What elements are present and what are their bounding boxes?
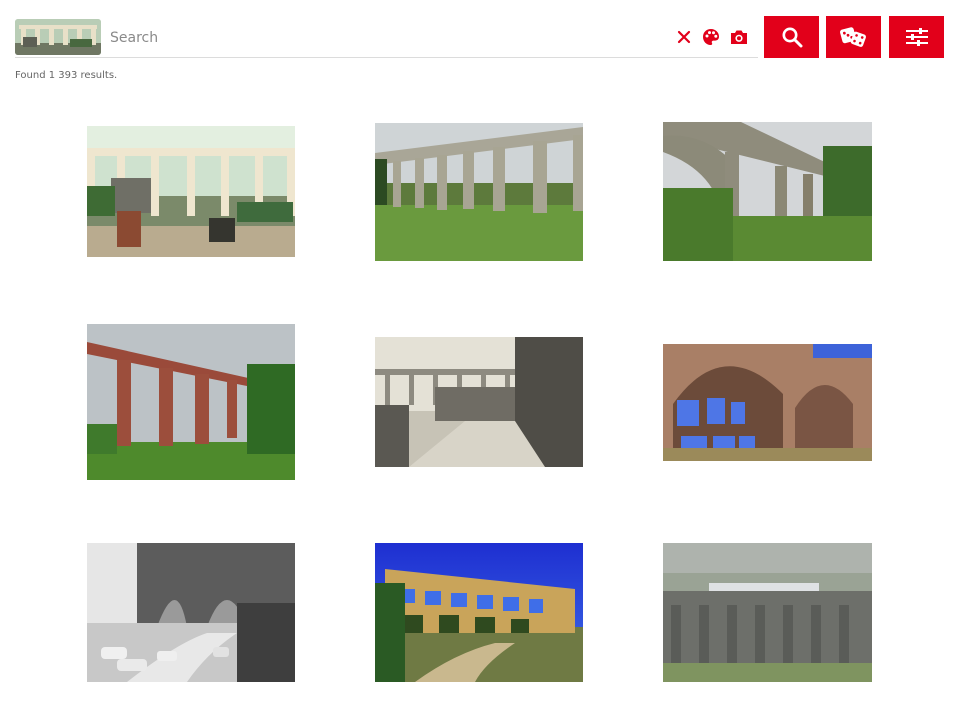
dice-icon	[839, 27, 866, 47]
result-image-1[interactable]	[87, 126, 295, 257]
search-input[interactable]	[108, 24, 662, 52]
query-image-thumbnail[interactable]	[15, 19, 101, 55]
result-image-5[interactable]	[375, 337, 583, 467]
result-image-4[interactable]	[87, 324, 295, 480]
search-icon	[782, 27, 802, 48]
camera-icon[interactable]	[728, 26, 750, 48]
result-image-2[interactable]	[375, 123, 583, 261]
palette-icon[interactable]	[700, 26, 722, 48]
search-button[interactable]	[764, 16, 819, 58]
result-image-9[interactable]	[663, 543, 872, 682]
sliders-icon	[905, 28, 928, 46]
search-bar	[0, 0, 960, 70]
filter-button[interactable]	[889, 16, 944, 58]
result-image-3[interactable]	[663, 122, 872, 261]
result-image-7[interactable]	[87, 543, 295, 682]
random-button[interactable]	[826, 16, 881, 58]
result-image-6[interactable]	[663, 344, 872, 461]
results-count: Found 1 393 results.	[15, 70, 118, 81]
search-underline	[15, 57, 758, 58]
close-icon[interactable]	[673, 26, 695, 48]
result-image-8[interactable]	[375, 543, 583, 682]
